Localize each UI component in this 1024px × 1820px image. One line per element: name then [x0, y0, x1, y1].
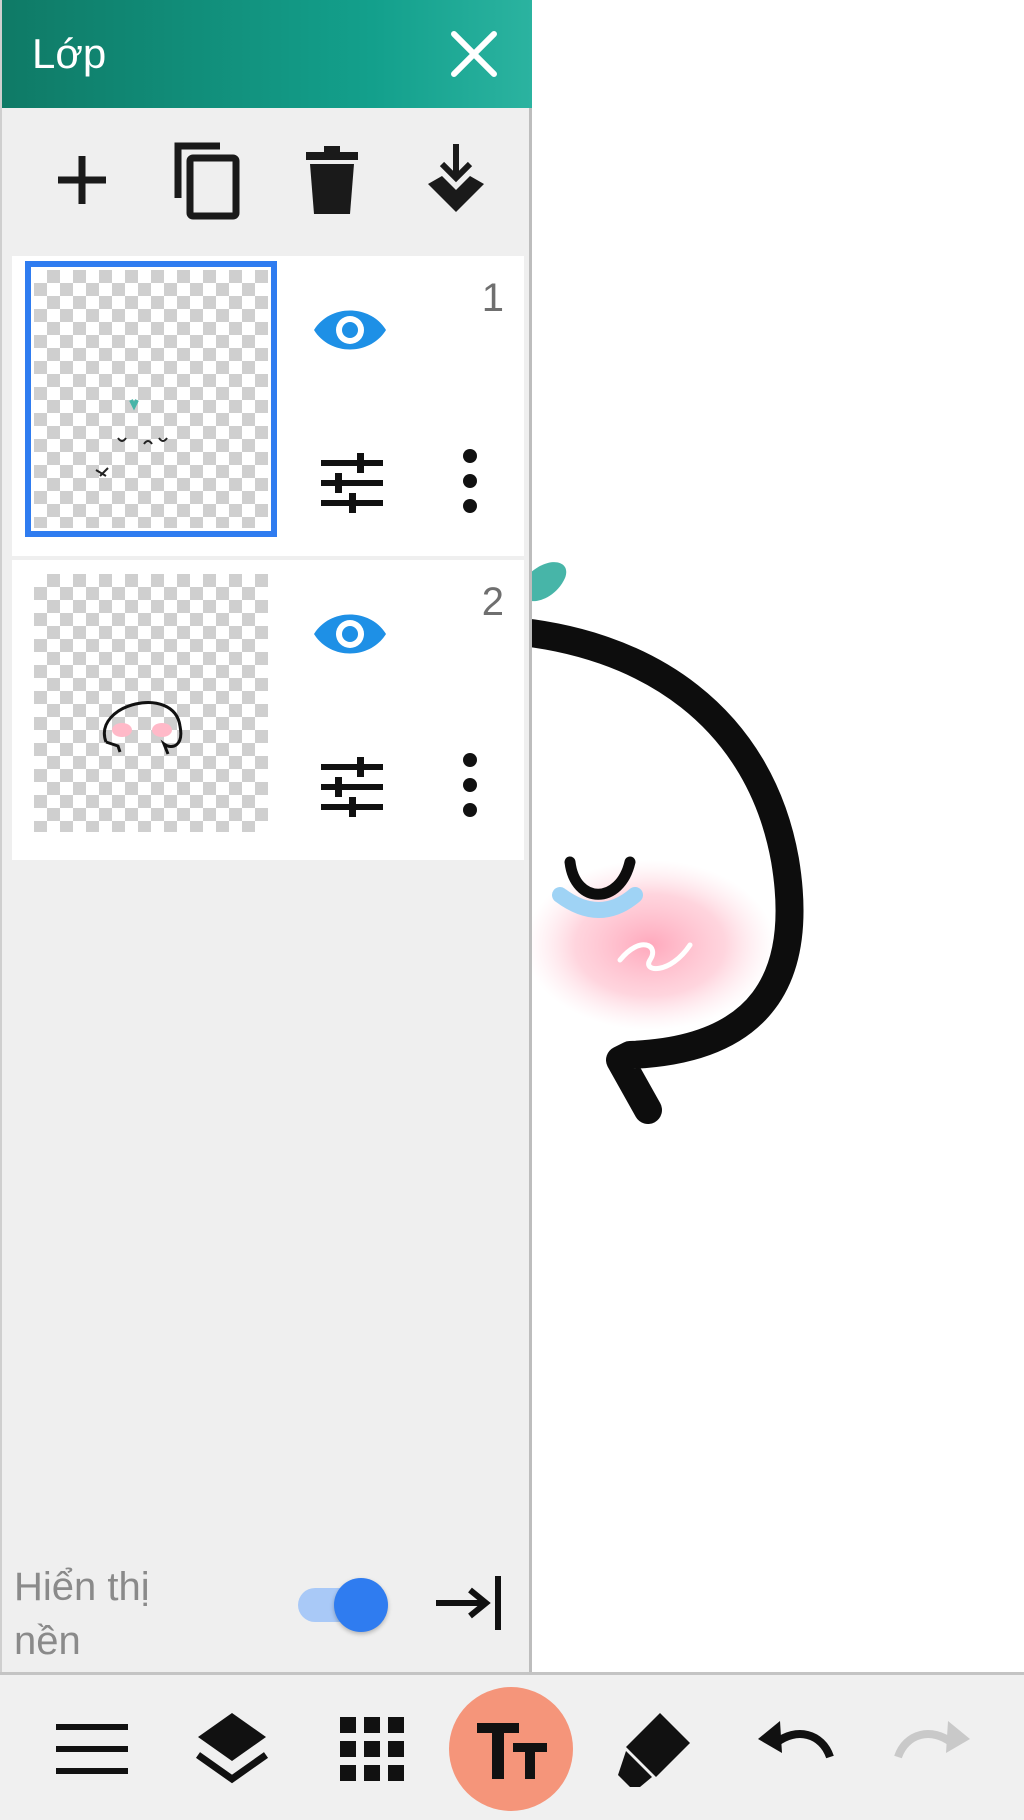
redo-button[interactable]	[892, 1707, 976, 1791]
sliders-icon	[321, 757, 383, 817]
eraser-button[interactable]	[612, 1707, 696, 1791]
layer-more-button[interactable]	[450, 750, 490, 820]
show-background-row: Hiển thị nền	[2, 1550, 532, 1670]
close-button[interactable]	[442, 22, 506, 86]
redo-icon	[894, 1721, 970, 1759]
layer-more-button[interactable]	[450, 446, 490, 516]
layer-settings-button[interactable]	[317, 451, 387, 515]
layer-toolbar	[2, 108, 532, 252]
close-icon	[451, 31, 497, 77]
eraser-icon	[618, 1713, 690, 1787]
more-vertical-icon	[463, 449, 477, 513]
layer-row-2[interactable]: 2	[12, 560, 524, 860]
grid-button[interactable]	[330, 1707, 414, 1791]
layers-icon	[195, 1713, 269, 1784]
show-background-label: Hiển thị nền	[14, 1565, 150, 1663]
grid-icon	[340, 1717, 404, 1781]
layer-number: 1	[481, 276, 504, 320]
merge-down-button[interactable]	[414, 138, 498, 222]
layer-settings-button[interactable]	[317, 755, 387, 819]
undo-button[interactable]	[752, 1707, 836, 1791]
layer-row-1[interactable]: 1	[12, 256, 524, 556]
layer-thumbnail[interactable]	[34, 574, 268, 832]
bottom-toolbar	[0, 1672, 1024, 1820]
thumbnail-art	[102, 701, 183, 755]
delete-layer-button[interactable]	[290, 138, 374, 222]
menu-icon	[56, 1724, 128, 1774]
eye-icon	[314, 614, 386, 654]
arrow-to-right-icon	[436, 1576, 501, 1630]
layer-panel: Lớp 1 2 Hiển thị nền	[0, 0, 532, 1672]
toggle-knob	[334, 1578, 388, 1632]
trash-icon	[306, 146, 358, 214]
undo-icon	[758, 1721, 834, 1759]
thumbnail-art	[95, 399, 168, 477]
layer-number: 2	[481, 580, 504, 624]
collapse-panel-button[interactable]	[432, 1572, 508, 1634]
copy-icon	[174, 142, 240, 220]
add-layer-button[interactable]	[40, 138, 124, 222]
eye-icon	[314, 310, 386, 350]
menu-button[interactable]	[50, 1707, 134, 1791]
text-tool-button[interactable]	[449, 1687, 573, 1811]
duplicate-layer-button[interactable]	[164, 138, 248, 222]
sliders-icon	[321, 453, 383, 513]
show-background-toggle[interactable]	[298, 1572, 392, 1634]
merge-down-icon	[428, 144, 484, 212]
visibility-toggle[interactable]	[312, 302, 388, 358]
more-vertical-icon	[463, 753, 477, 817]
text-icon	[477, 1723, 547, 1779]
visibility-toggle[interactable]	[312, 606, 388, 662]
panel-header: Lớp	[2, 0, 532, 108]
plus-icon	[58, 156, 106, 204]
panel-title: Lớp	[32, 30, 107, 77]
layer-thumbnail[interactable]	[25, 261, 277, 537]
layers-button[interactable]	[190, 1707, 274, 1791]
